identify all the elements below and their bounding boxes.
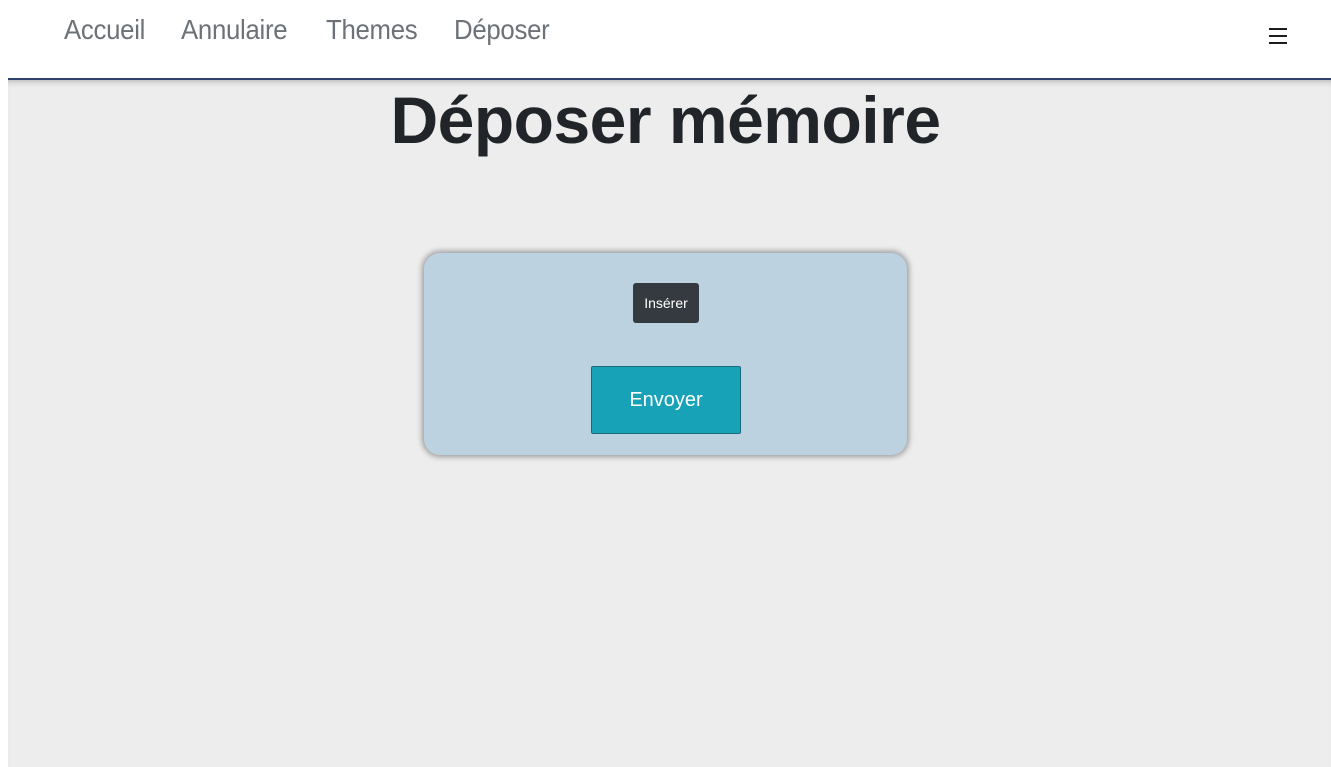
- send-button[interactable]: Envoyer: [591, 366, 741, 434]
- hamburger-menu-icon[interactable]: [1267, 20, 1291, 50]
- nav-link-accueil[interactable]: Accueil: [64, 14, 145, 46]
- top-navbar: Accueil Annulaire Themes Déposer: [0, 0, 1331, 78]
- nav-links: Accueil Annulaire Themes Déposer: [64, 14, 587, 46]
- nav-link-deposer[interactable]: Déposer: [454, 14, 550, 46]
- insert-file-button[interactable]: Insérer: [633, 283, 699, 323]
- upload-form-card: Insérer Envoyer: [424, 253, 907, 455]
- nav-link-annulaire[interactable]: Annulaire: [181, 14, 288, 46]
- page-title: Déposer mémoire: [390, 83, 941, 157]
- nav-link-themes[interactable]: Themes: [326, 14, 418, 46]
